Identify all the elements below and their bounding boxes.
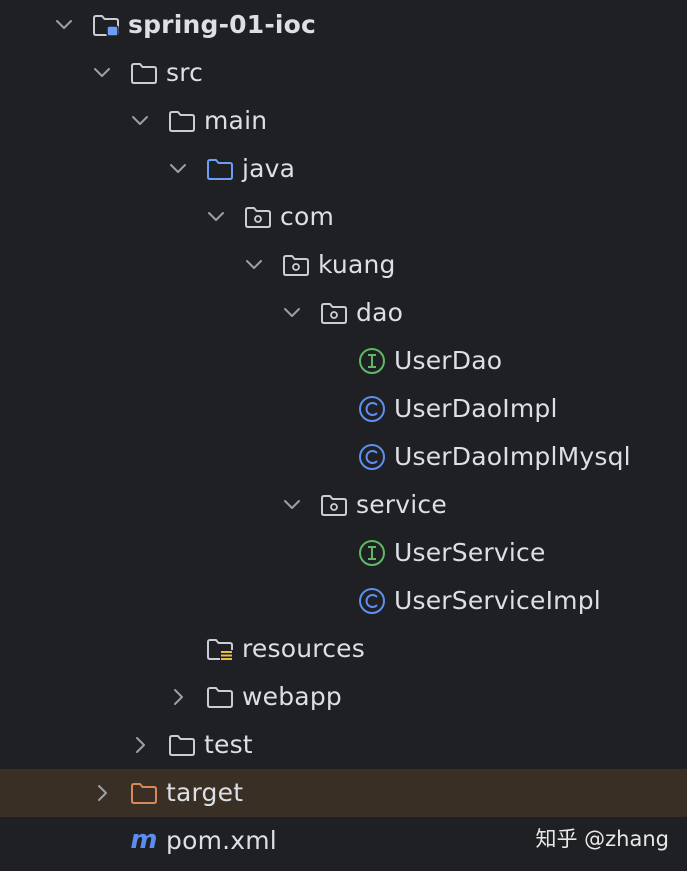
package-icon [318,481,350,529]
tree-row-com[interactable]: com [0,193,687,241]
tree-item-label: UserService [394,538,546,567]
class-icon [356,433,388,481]
folder-icon [166,97,198,145]
tree-item-label: pom.xml [166,826,277,855]
tree-item-label: service [356,490,447,519]
tree-row-userdao[interactable]: UserDao [0,337,687,385]
tree-item-label: UserDao [394,346,503,375]
tree-row-dao[interactable]: dao [0,289,687,337]
tree-row-webapp[interactable]: webapp [0,673,687,721]
package-icon [242,193,274,241]
chevron-down-icon[interactable] [163,145,193,193]
tree-item-label: com [280,202,334,231]
chevron-right-icon[interactable] [87,769,117,817]
tree-row-target[interactable]: target [0,769,687,817]
chevron-down-icon[interactable] [201,193,231,241]
tree-row-userdaoimplmysql[interactable]: UserDaoImplMysql [0,433,687,481]
class-icon [356,577,388,625]
interface-icon [356,529,388,577]
chevron-right-icon[interactable] [125,721,155,769]
chevron-down-icon[interactable] [87,49,117,97]
tree-item-label: src [166,58,204,87]
chevron-down-icon[interactable] [49,1,79,49]
watermark: 知乎 @zhang [535,827,669,851]
chevron-down-icon[interactable] [125,97,155,145]
chevron-right-icon[interactable] [163,673,193,721]
tree-item-label: main [204,106,268,135]
folder-icon [166,721,198,769]
tree-item-label: UserDaoImpl [394,394,558,423]
maven-icon: m [128,817,160,865]
package-icon [318,289,350,337]
tree-item-label: UserDaoImplMysql [394,442,631,471]
tree-row-main[interactable]: main [0,97,687,145]
chevron-down-icon[interactable] [277,289,307,337]
tree-row-src[interactable]: src [0,49,687,97]
class-icon [356,385,388,433]
module-folder-icon [90,1,122,49]
tree-row-service[interactable]: service [0,481,687,529]
tree-item-label: test [204,730,253,759]
tree-item-label: java [242,154,296,183]
folder-icon [204,673,236,721]
tree-row-userserviceimpl[interactable]: UserServiceImpl [0,577,687,625]
tree-item-label: resources [242,634,365,663]
tree-row-resources[interactable]: resources [0,625,687,673]
package-icon [280,241,312,289]
interface-icon [356,337,388,385]
tree-item-label: dao [356,298,404,327]
tree-item-label: kuang [318,250,396,279]
tree-row-test[interactable]: test [0,721,687,769]
svg-text:m: m [130,828,157,854]
resources-folder-icon [204,625,236,673]
tree-item-label: target [166,778,244,807]
excluded-folder-icon [128,769,160,817]
source-folder-icon [204,145,236,193]
tree-item-label: spring-01-ioc [128,10,317,39]
tree-row-kuang[interactable]: kuang [0,241,687,289]
folder-icon [128,49,160,97]
tree-item-label: webapp [242,682,342,711]
chevron-down-icon[interactable] [239,241,269,289]
chevron-down-icon[interactable] [277,481,307,529]
tree-row-java[interactable]: java [0,145,687,193]
tree-item-label: UserServiceImpl [394,586,601,615]
tree-row-userdaoimpl[interactable]: UserDaoImpl [0,385,687,433]
tree-row-userservice[interactable]: UserService [0,529,687,577]
tree-row-spring-01-ioc[interactable]: spring-01-ioc [0,1,687,49]
